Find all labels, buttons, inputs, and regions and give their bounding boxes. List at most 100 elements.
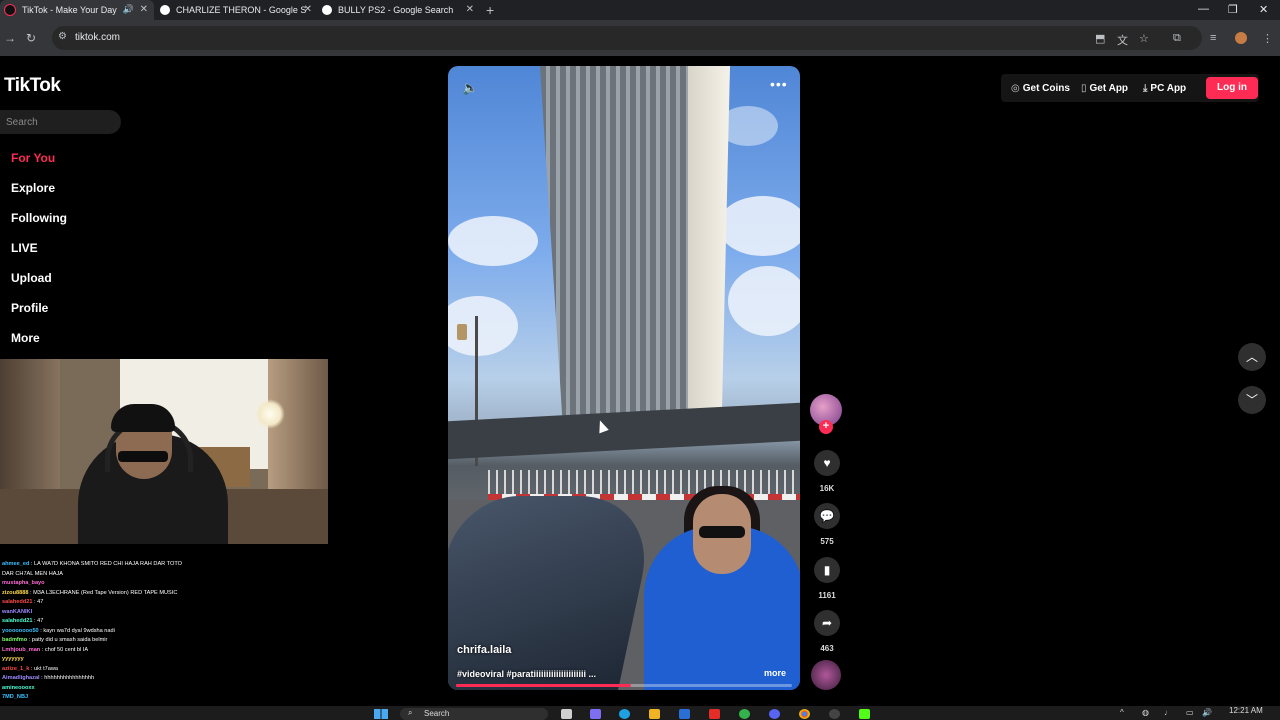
speaker-icon[interactable]: 🔊 (123, 4, 134, 15)
install-icon[interactable]: ⬒ (1095, 32, 1105, 45)
tray-app-icon[interactable]: ◍ (1142, 708, 1149, 717)
chat-message: badmfmo : patty did u smash saida belmir (2, 636, 332, 646)
omnibox[interactable] (52, 26, 1202, 50)
discord-icon[interactable] (769, 709, 780, 719)
volume-tray-icon[interactable]: 🔊 (1202, 708, 1212, 717)
chat-username: salahedd21 (2, 618, 33, 624)
taskbar-search[interactable]: ⌕ Search (400, 708, 548, 720)
bookmark-icon[interactable]: ▮ (814, 557, 840, 583)
store-icon[interactable] (679, 709, 690, 719)
nav-explore[interactable]: Explore (11, 181, 55, 195)
chat-text: 47 (37, 599, 44, 605)
edge-icon[interactable] (619, 709, 630, 719)
windows-start-icon[interactable] (374, 709, 388, 719)
close-tab-icon[interactable]: ✕ (466, 4, 474, 15)
video-author[interactable]: chrifa.laila (457, 644, 511, 656)
chat-text: patty did u smash saida belmir (31, 637, 108, 643)
browser-tab-bar: TikTok - Make Your Day 🔊 ✕ CHARLIZE THER… (0, 0, 1280, 20)
get-coins-label: Get Coins (1022, 83, 1070, 94)
tab-bully[interactable]: BULLY PS2 - Google Search ✕ (322, 0, 480, 20)
follow-plus-icon[interactable]: + (819, 420, 833, 434)
cloud (728, 266, 800, 336)
close-tab-icon[interactable]: ✕ (140, 4, 148, 15)
get-coins-button[interactable]: ◎ Get Coins (1011, 83, 1070, 94)
like-heart-icon[interactable]: ♥ (814, 450, 840, 476)
chat-username: wanKANIKI (2, 608, 33, 615)
whatsapp-icon[interactable] (739, 709, 750, 719)
nav-live[interactable]: LIVE (11, 241, 38, 255)
comment-count: 575 (820, 537, 834, 546)
chevron-up-icon[interactable]: ︿ (1238, 343, 1266, 371)
file-explorer-icon[interactable] (649, 709, 660, 719)
url-text[interactable]: tiktok.com (75, 32, 120, 43)
new-tab-button[interactable]: + (486, 2, 494, 18)
chat-text: chof 50 cent bl IA (44, 646, 89, 653)
nav-upload[interactable]: Upload (11, 271, 52, 285)
maximize-icon[interactable]: ❐ (1228, 3, 1238, 16)
tab-tiktok[interactable]: TikTok - Make Your Day 🔊 ✕ (0, 0, 154, 20)
forward-icon[interactable]: → (4, 31, 16, 45)
nav-profile[interactable]: Profile (11, 301, 48, 315)
reload-icon[interactable]: ↻ (26, 31, 36, 45)
kick-icon[interactable] (859, 709, 870, 719)
obs-icon[interactable] (829, 709, 840, 719)
bookmark-star-icon[interactable]: ☆ (1139, 32, 1149, 45)
extensions-icon[interactable]: ⧉ (1173, 32, 1181, 45)
nav-more[interactable]: More (11, 331, 40, 345)
chat-message: amineoooxx (2, 684, 332, 694)
more-options-icon[interactable]: ••• (770, 76, 788, 92)
video-progress-bar[interactable] (456, 684, 792, 687)
volume-icon[interactable]: 🔈 (462, 80, 478, 96)
taskbar-search-label: Search (424, 709, 450, 718)
pc-app-button[interactable]: ⤓ PC App (1143, 83, 1186, 94)
tab-title: TikTok - Make Your Day (22, 5, 117, 15)
share-arrow-icon[interactable]: ➦ (814, 610, 840, 636)
chrome-icon[interactable] (799, 709, 810, 719)
taskbar-clock[interactable]: 12:21 AM (1229, 706, 1263, 715)
chat-message: Aimadlighazal : hhhhhhhhhhhhhhhh (2, 674, 332, 684)
chevron-down-icon[interactable]: ﹀ (1238, 386, 1266, 414)
microphone-icon[interactable]: ♩ (1164, 708, 1172, 717)
menu-icon[interactable]: ⋮ (1262, 32, 1273, 45)
chat-message: Lmhjoub_man : chof 50 cent bl IA (2, 646, 332, 656)
sunglasses-icon (699, 526, 745, 538)
get-app-label: Get App (1089, 83, 1129, 94)
chat-message: salahedd21 : 47 (2, 617, 332, 627)
media-icon[interactable]: ≡ (1210, 32, 1216, 44)
chat-message: yoooooooo50 : kayn wa7d dyal 9wdsha nadi (2, 627, 332, 637)
music-disc-icon[interactable] (811, 660, 841, 690)
minimize-icon[interactable]: — (1198, 3, 1209, 15)
caption-more-link[interactable]: more (764, 668, 786, 678)
tiktok-favicon-icon (4, 4, 16, 16)
video-caption[interactable]: #videoviral #paratiiiiiiiiiiiiiiiiiiiii … (457, 669, 596, 679)
translate-icon[interactable]: 文 (1117, 32, 1128, 48)
tiktok-logo[interactable]: TikTok (4, 75, 61, 97)
profile-avatar[interactable] (1235, 32, 1247, 44)
phone-icon: ▯ (1081, 83, 1087, 94)
tray-chevron-icon[interactable]: ^ (1120, 708, 1124, 717)
task-view-icon[interactable] (561, 709, 572, 719)
network-icon[interactable]: ▭ (1186, 708, 1194, 717)
tab-title: CHARLIZE THERON - Google S (176, 5, 307, 15)
site-info-icon[interactable]: ⚙ (58, 31, 67, 42)
nav-following[interactable]: Following (11, 211, 67, 225)
like-count: 16K (819, 484, 835, 493)
chat-message: yyyyyyy (2, 655, 332, 665)
teams-icon[interactable] (590, 709, 601, 719)
close-window-icon[interactable]: ✕ (1259, 3, 1268, 16)
chat-username: salahedd21 (2, 599, 33, 605)
get-app-button[interactable]: ▯ Get App (1081, 83, 1128, 94)
sunglasses-icon (118, 451, 168, 462)
nav-for-you[interactable]: For You (11, 151, 55, 165)
comment-icon[interactable]: 💬 (814, 503, 840, 529)
stream-chat: ahmee_ed : LA WA7D KHONA SMITO RED CHI H… (2, 560, 332, 703)
youtube-icon[interactable] (709, 709, 720, 719)
chat-username: Aimadlighazal (2, 675, 40, 681)
login-button[interactable]: Log in (1206, 77, 1258, 99)
search-input[interactable]: Search (0, 110, 121, 134)
chat-message: DAR CH7AL MEN HAJA (2, 570, 332, 580)
tab-charlize[interactable]: CHARLIZE THERON - Google S ✕ (160, 0, 318, 20)
close-tab-icon[interactable]: ✕ (304, 4, 312, 15)
coin-icon: ◎ (1011, 83, 1020, 94)
video-player[interactable]: 🔈 ••• chrifa.laila #videoviral #paratiii… (448, 66, 800, 690)
